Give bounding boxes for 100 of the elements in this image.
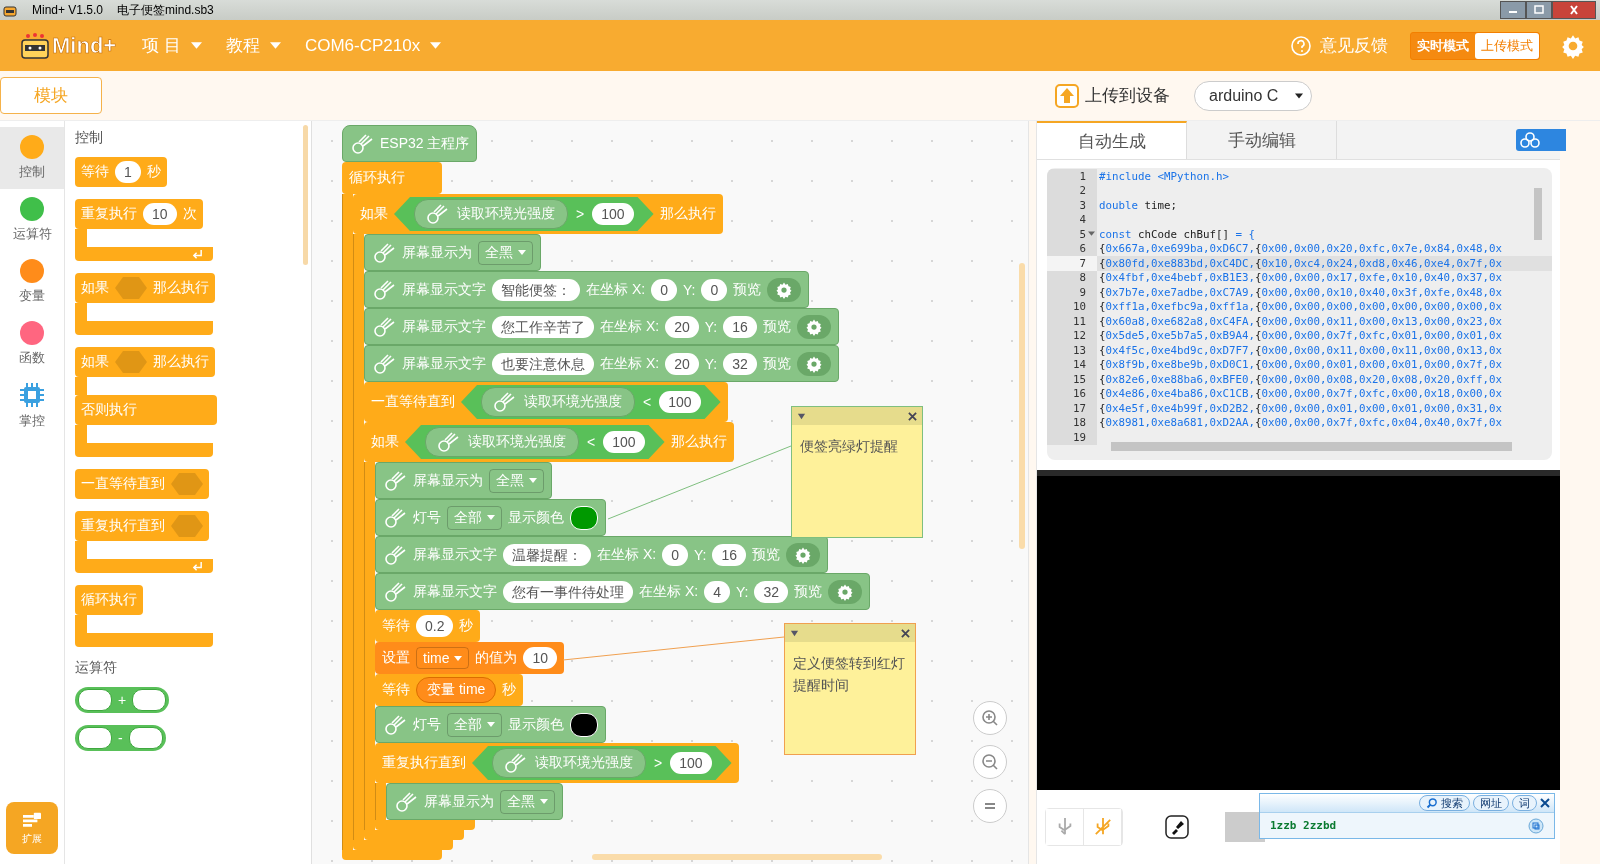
script-block[interactable]: 屏幕显示文字 温馨提醒： 在坐标 X: 0 Y: 16 预览	[375, 536, 828, 573]
input-field[interactable]: 100	[603, 431, 645, 453]
input-field[interactable]: 32	[754, 580, 788, 603]
condition-block[interactable]: 读取环境光强度 > 100	[472, 746, 732, 780]
color-swatch[interactable]	[570, 505, 598, 530]
input-field[interactable]: 温馨提醒：	[503, 543, 591, 566]
input-field[interactable]: 20	[665, 352, 699, 375]
condition-block[interactable]: 读取环境光强度 < 100	[405, 425, 665, 459]
preview-settings-button[interactable]	[767, 277, 802, 302]
zoom-out-button[interactable]	[973, 745, 1007, 779]
input-field[interactable]: 16	[723, 315, 757, 338]
close-icon[interactable]	[901, 628, 910, 638]
fold-icon[interactable]	[1088, 231, 1095, 238]
collapse-icon[interactable]	[797, 411, 806, 421]
color-swatch[interactable]	[570, 712, 598, 737]
condition-block[interactable]: 读取环境光强度 > 100	[394, 197, 654, 231]
script-block[interactable]: 一直等待直到 读取环境光强度 < 100	[364, 382, 728, 422]
block-label: 循环执行	[81, 591, 137, 609]
value-slot[interactable]	[132, 689, 167, 711]
section-title: 控制	[75, 129, 103, 147]
script-block[interactable]: 屏幕显示文字 智能便签： 在坐标 X: 0 Y: 0 预览	[364, 271, 810, 308]
block-label: 读取环境光强度	[535, 754, 633, 772]
input-field[interactable]: 16	[712, 543, 746, 566]
script-block[interactable]: 屏幕显示文字 您有一事件待处理 在坐标 X: 4 Y: 32 预览	[375, 573, 870, 610]
block-label: 预览	[762, 317, 791, 336]
input-field[interactable]: 10	[523, 647, 558, 669]
script-block[interactable]: 如果 读取环境光强度 < 100 那么执行	[364, 422, 734, 462]
input-field[interactable]: 100	[670, 752, 712, 774]
search-button[interactable]: 搜索	[1419, 795, 1470, 811]
word-button[interactable]: 词	[1512, 795, 1537, 811]
close-icon[interactable]	[1540, 798, 1550, 808]
circles-icon	[1520, 132, 1540, 148]
script-block[interactable]: 屏幕显示文字 您工作辛苦了 在坐标 X: 20 Y: 16 预览	[364, 308, 839, 345]
block-label: 秒	[146, 163, 161, 181]
line-number: 17	[1073, 401, 1086, 415]
reset-zoom-button[interactable]	[973, 789, 1007, 823]
input-field[interactable]: 100	[592, 203, 634, 225]
script-block[interactable]: 如果 读取环境光强度 > 100 那么执行	[353, 194, 723, 234]
number-field[interactable]: 10	[143, 203, 177, 225]
caret-icon	[529, 478, 537, 483]
number-field[interactable]: 1	[115, 161, 141, 183]
category-item[interactable]: 变量	[0, 251, 64, 313]
value-slot[interactable]	[78, 727, 112, 749]
code-line: {0x60a8,0xe682a8,0xC4FA,{0x00,0x00,0x11,0x00,0x13,0x00,0x23,0x	[1098, 314, 1503, 328]
input-field[interactable]: 20	[665, 315, 699, 338]
input-field[interactable]: 您有一事件待处理	[503, 580, 633, 603]
minimize-button[interactable]	[1500, 1, 1526, 19]
usb-button[interactable]	[1046, 809, 1084, 845]
code-tab[interactable]: 自动生成	[1037, 121, 1187, 159]
input-field[interactable]: 0.2	[416, 615, 454, 637]
input-field[interactable]: 0	[662, 543, 688, 566]
line-number: 16	[1073, 387, 1086, 401]
drag-button[interactable]	[1516, 129, 1566, 151]
palette-block[interactable]: 等待 1 秒	[75, 157, 167, 187]
collapse-icon[interactable]	[790, 628, 799, 638]
script-block[interactable]: 等待 0.2 秒	[375, 610, 481, 642]
preview-settings-button[interactable]	[796, 314, 831, 339]
scrollbar[interactable]	[1019, 263, 1025, 549]
comment-note[interactable]: 定义便签转到红灯提醒时间	[784, 623, 916, 755]
zoom-in-button[interactable]	[973, 701, 1007, 735]
input-field[interactable]: 也要注意休息	[492, 352, 594, 375]
input-field[interactable]: 0	[701, 278, 728, 301]
script-block[interactable]: 重复执行直到 读取环境光强度 > 100	[375, 743, 739, 783]
code-editor[interactable]	[1047, 168, 1552, 460]
scrollbar[interactable]	[1111, 442, 1512, 451]
scrollbar[interactable]	[303, 125, 308, 265]
block-label: Y:	[704, 355, 718, 372]
preview-settings-button[interactable]	[796, 351, 831, 376]
url-button[interactable]: 网址	[1473, 795, 1509, 811]
palette-block[interactable]: 重复执行 10 次	[75, 199, 203, 229]
value-slot[interactable]	[78, 689, 112, 711]
comment-note[interactable]: 便签亮绿灯提醒	[791, 406, 923, 538]
value-slot[interactable]	[128, 727, 163, 749]
preview-settings-button[interactable]	[785, 542, 820, 567]
condition-block[interactable]: 读取环境光强度 < 100	[461, 385, 721, 419]
maximize-button[interactable]	[1526, 1, 1552, 19]
caret-icon	[487, 722, 495, 727]
copy-icon[interactable]	[1528, 817, 1544, 834]
input-field[interactable]: 智能便签：	[492, 278, 580, 301]
category-item[interactable]: 运算符	[0, 189, 64, 251]
block-label: 屏幕显示文字	[402, 280, 486, 299]
brush-icon[interactable]	[1165, 815, 1189, 839]
input-field[interactable]: 4	[704, 580, 730, 603]
board-select[interactable]: arduino C	[1194, 80, 1312, 111]
input-field[interactable]: 32	[723, 352, 757, 375]
script-block[interactable]: 屏幕显示文字 也要注意休息 在坐标 X: 20 Y: 32 预览	[364, 345, 839, 382]
preview-settings-button[interactable]	[827, 579, 862, 604]
input-field[interactable]: 0	[651, 278, 677, 301]
category-item[interactable]: 掌控	[0, 375, 64, 437]
caret-icon	[190, 42, 202, 49]
category-item[interactable]: 控制	[0, 127, 64, 189]
scrollbar[interactable]	[1534, 188, 1542, 240]
input-field[interactable]: 100	[659, 391, 701, 413]
input-field[interactable]: 您工作辛苦了	[492, 315, 594, 338]
close-button[interactable]	[1552, 1, 1596, 19]
scrollbar[interactable]	[592, 854, 882, 860]
upload-button[interactable]: 上传到设备	[1055, 83, 1170, 108]
close-icon[interactable]	[908, 411, 917, 421]
category-item[interactable]: 函数	[0, 313, 64, 375]
script-block[interactable]: 设置 time 的值为 10	[375, 642, 565, 674]
